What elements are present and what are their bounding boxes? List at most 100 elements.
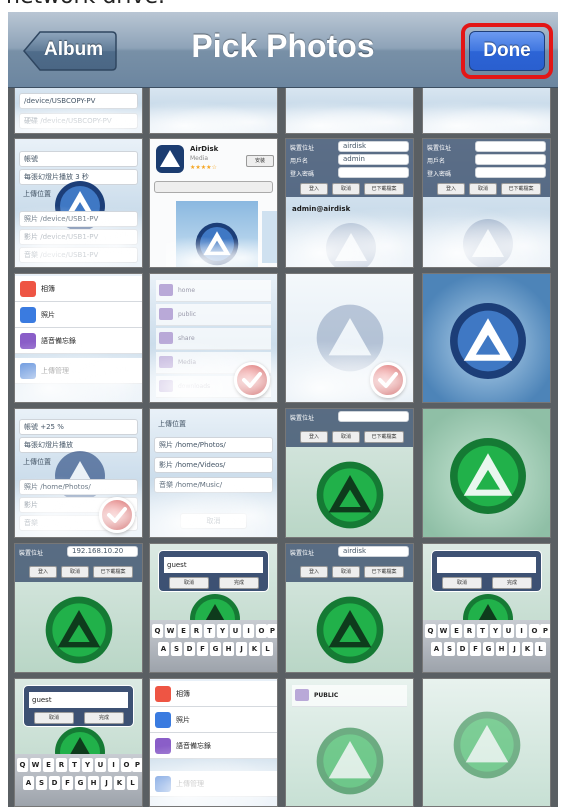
app-logo-icon	[463, 219, 513, 267]
app-logo-icon	[55, 181, 105, 231]
photo-thumbnail[interactable]: guest 取消 完成 Q W E R T Y U I O P A S D F …	[149, 543, 278, 673]
thumb-button: 取消	[34, 712, 74, 724]
thumb-label: 登入密碼	[427, 171, 452, 178]
key: Y	[82, 758, 93, 772]
photo-thumbnail[interactable]: 相簿 照片 語音備忘錄 上傳管理	[149, 678, 278, 807]
thumb-label: 裝置位址	[290, 145, 315, 152]
folder-icon	[159, 308, 173, 320]
app-logo-icon	[453, 711, 521, 779]
thumb-button: 取消	[61, 566, 89, 578]
dialog-field: guest	[164, 557, 263, 573]
thumb-text: 照片	[24, 483, 38, 491]
photo-thumbnail[interactable]	[422, 678, 551, 807]
thumb-label: 裝置位址	[19, 550, 44, 557]
photo-thumbnail[interactable]: AirDisk Media ★★★★☆ 安装	[149, 138, 278, 268]
photo-thumbnail[interactable]: 裝置位址 airdisk 登入 取消 已下載檔案	[285, 543, 414, 673]
app-logo-icon	[55, 451, 105, 501]
menu-row: 語音備忘錄	[15, 328, 142, 354]
thumb-text: 上傳管理	[176, 780, 204, 788]
thumb-text: 照片	[41, 311, 55, 319]
key: R	[464, 624, 475, 638]
selected-check-icon	[234, 362, 270, 398]
thumb-field: airdisk	[338, 141, 409, 152]
key: U	[503, 624, 514, 638]
thumb-text: 照片	[159, 441, 173, 449]
key: A	[431, 642, 442, 656]
thumb-row: 照片 /home/Photos/	[19, 479, 138, 495]
thumb-field: 192.168.10.20	[67, 546, 138, 557]
thumb-text: 照片	[176, 716, 190, 724]
thumb-text: Media	[178, 359, 197, 366]
voice-memo-icon	[20, 333, 36, 349]
key: L	[262, 642, 273, 656]
upload-icon	[155, 776, 171, 792]
keyboard: Q W E R T Y U I O P A S D F G H J K L	[423, 620, 550, 672]
key: S	[171, 642, 182, 656]
folder-row: public	[156, 304, 271, 326]
thumb-text: 192.168.10.20	[72, 547, 124, 555]
thumb-button: 已下載檔案	[364, 431, 404, 443]
photo-grid: /device/USBCOPY-PV 硬碟 /device/USBCOPY-PV…	[8, 66, 558, 807]
app-logo-icon	[316, 596, 384, 664]
menu-row: 照片	[15, 302, 142, 328]
thumb-text: /home/Photos/	[40, 483, 91, 491]
thumb-text: downloads	[178, 383, 211, 390]
thumb-label: 裝置位址	[427, 145, 452, 152]
photo-thumbnail[interactable]: PUBLIC	[285, 678, 414, 807]
thumb-footer-text: admin@airdisk	[292, 205, 351, 213]
folder-row: share	[156, 328, 271, 350]
photo-thumbnail[interactable]	[285, 273, 414, 403]
photo-thumbnail[interactable]: 取消 完成 Q W E R T Y U I O P A S D F G H J …	[422, 543, 551, 673]
photo-thumbnail[interactable]	[422, 408, 551, 538]
photo-thumbnail[interactable]: guest 取消 完成 Q W E R T Y U I O P A S D F …	[14, 678, 143, 807]
photo-thumbnail[interactable]: 帳號 +25 % 每張幻燈片播放 上傳位置 照片 /home/Photos/ 影…	[14, 408, 143, 538]
thumb-row: 音樂	[19, 515, 138, 531]
key: J	[509, 642, 520, 656]
done-button[interactable]: Done	[469, 31, 545, 71]
app-logo-icon	[326, 223, 376, 267]
thumb-field	[475, 154, 546, 165]
albums-icon	[155, 686, 171, 702]
photo-thumbnail[interactable]: 相簿 照片 語音備忘錄 上傳管理	[14, 273, 143, 403]
photo-thumbnail[interactable]: 裝置位址 192.168.10.20 登入 取消 已下載檔案	[14, 543, 143, 673]
key: D	[184, 642, 195, 656]
photo-thumbnail[interactable]: home public share Media downloads	[149, 273, 278, 403]
photo-thumbnail[interactable]: 上傳位置 照片 /home/Photos/ 影片 /home/Videos/ 音…	[149, 408, 278, 538]
key: U	[230, 624, 241, 638]
photo-picker-screen: Album Pick Photos Done /device/USBCOPY-P…	[8, 12, 558, 807]
app-store-icon	[156, 145, 184, 173]
thumb-text: 硬碟	[24, 117, 38, 125]
key: W	[30, 758, 41, 772]
thumb-text: /home/Photos/	[175, 441, 226, 449]
app-logo-icon	[316, 304, 384, 372]
thumb-button: 完成	[219, 577, 259, 589]
thumb-button: 登入	[300, 183, 328, 195]
screenshot-preview-side	[262, 211, 277, 263]
menu-row: 語音備忘錄	[150, 733, 277, 759]
menu-row: 上傳管理	[150, 771, 277, 797]
app-logo-icon	[316, 727, 384, 795]
key: P	[132, 758, 142, 772]
key: D	[457, 642, 468, 656]
key: I	[108, 758, 119, 772]
thumb-row: /device/USBCOPY-PV	[19, 93, 138, 109]
screenshot-preview	[166, 201, 268, 267]
folder-icon	[295, 689, 309, 701]
thumb-button: 已下載檔案	[364, 183, 404, 195]
key: Y	[217, 624, 228, 638]
photo-thumbnail[interactable]: 裝置位址 用戶名 登入密碼 登入 取消 已下載檔案	[422, 138, 551, 268]
menu-row: 相簿	[15, 276, 142, 302]
thumb-field	[475, 141, 546, 152]
photo-thumbnail[interactable]	[422, 273, 551, 403]
thumb-row: 影片 /home/Videos/	[154, 457, 273, 473]
photo-thumbnail[interactable]: 帳號 每張幻燈片播放 3 秒 上傳位置 照片 /device/USB1-PV 影…	[14, 138, 143, 268]
photo-thumbnail[interactable]: 裝置位址 airdisk 用戶名 admin 登入密碼 登入 取消 已下載檔案 …	[285, 138, 414, 268]
thumb-button: 已下載檔案	[364, 566, 404, 578]
photo-thumbnail[interactable]: 裝置位址 登入 取消 已下載檔案	[285, 408, 414, 538]
thumb-text: home	[178, 287, 196, 294]
app-logo-icon	[450, 303, 526, 379]
rating-stars: ★★★★☆	[190, 164, 217, 171]
app-subtitle: Media	[190, 155, 209, 162]
key: L	[535, 642, 546, 656]
key: T	[69, 758, 80, 772]
